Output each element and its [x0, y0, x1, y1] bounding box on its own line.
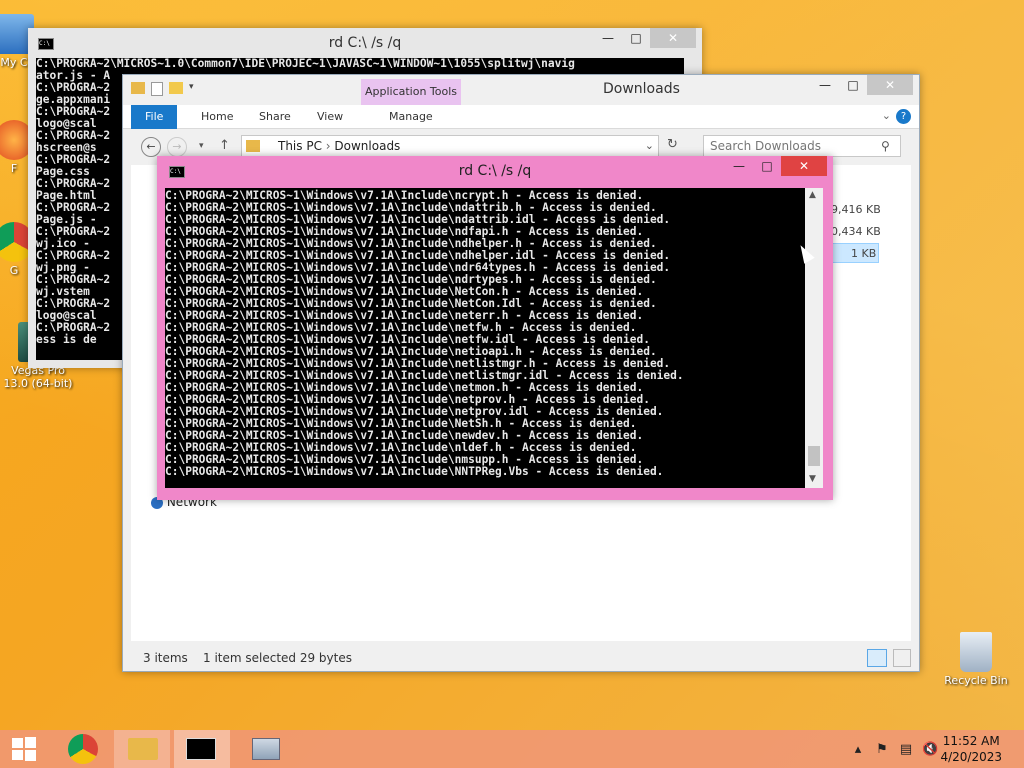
properties-icon[interactable]	[151, 82, 163, 96]
console-scrollbar[interactable]: ▲ ▼	[805, 188, 823, 488]
chevron-down-icon[interactable]: ⌄	[645, 136, 654, 156]
taskbar-performance-monitor[interactable]	[238, 730, 294, 768]
refresh-icon[interactable]: ↻	[667, 137, 678, 152]
minimize-button[interactable]: —	[811, 75, 839, 95]
help-icon[interactable]: ?	[896, 109, 911, 124]
quick-access-toolbar[interactable]: ▾	[131, 82, 194, 96]
tab-home[interactable]: Home	[187, 105, 247, 129]
maximize-button[interactable]: □	[753, 156, 781, 176]
taskbar: ▴ ⚑ ▤ 🔇 11:52 AM 4/20/2023	[0, 730, 1024, 768]
file-size: 9,416 KB	[831, 203, 881, 216]
clock-date: 4/20/2023	[940, 750, 1002, 764]
chrome-icon	[68, 734, 98, 764]
breadcrumb-this-pc[interactable]: This PC	[278, 139, 322, 153]
file-size: 1 KB	[851, 247, 877, 260]
tab-file[interactable]: File	[131, 105, 178, 129]
chevron-down-icon[interactable]: ⌄	[882, 109, 891, 122]
taskbar-chrome[interactable]	[56, 730, 112, 768]
taskbar-command-prompt[interactable]	[174, 730, 230, 768]
taskbar-file-explorer[interactable]	[114, 730, 170, 768]
up-arrow-icon[interactable]: ↑	[219, 138, 230, 153]
folder-icon	[128, 738, 158, 760]
address-bar[interactable]: This PC › Downloads ⌄	[241, 135, 659, 157]
desktop-icon-recycle-bin[interactable]: Recycle Bin	[936, 632, 1016, 687]
close-button[interactable]: ✕	[781, 156, 827, 176]
scroll-up-icon[interactable]: ▲	[809, 190, 816, 200]
ribbon-tabs: File Home Share View Manage ⌄ ?	[123, 105, 919, 129]
console-line: C:\PROGRA~2\MICROS~1.0\Common7\IDE\PROJE…	[36, 58, 575, 70]
network-icon[interactable]: ▤	[898, 742, 914, 758]
explorer-title: Downloads	[603, 81, 680, 97]
status-item-count: 3 items	[143, 651, 188, 665]
clock-time: 11:52 AM	[942, 734, 1000, 748]
monitor-icon	[252, 738, 280, 760]
console-line: C:\PROGRA~2\MICROS~1\Windows\v7.1A\Inclu…	[165, 465, 664, 478]
forward-arrow-icon[interactable]: →	[167, 137, 187, 157]
large-icons-view-icon[interactable]	[893, 649, 911, 667]
minimize-button[interactable]: —	[725, 156, 753, 176]
search-icon[interactable]: ⚲	[881, 139, 890, 153]
maximize-button[interactable]: □	[839, 75, 867, 95]
volume-muted-icon[interactable]: 🔇	[922, 742, 938, 758]
breadcrumb-downloads[interactable]: Downloads	[334, 139, 400, 153]
details-view-icon[interactable]	[867, 649, 887, 667]
back-arrow-icon[interactable]: ←	[141, 137, 161, 157]
windows-logo-icon	[12, 737, 36, 761]
scroll-down-icon[interactable]: ▼	[809, 474, 816, 484]
new-folder-icon[interactable]	[169, 82, 183, 94]
recycle-bin-icon	[960, 632, 992, 672]
close-button[interactable]: ✕	[650, 28, 696, 48]
taskbar-clock[interactable]: 11:52 AM 4/20/2023	[940, 733, 1002, 765]
status-selection: 1 item selected 29 bytes	[203, 651, 352, 665]
minimize-button[interactable]: —	[594, 28, 622, 48]
status-bar: 3 items 1 item selected 29 bytes	[123, 645, 919, 671]
action-center-flag-icon[interactable]: ⚑	[874, 742, 890, 758]
close-button[interactable]: ✕	[867, 75, 913, 95]
show-hidden-icons-icon[interactable]: ▴	[850, 742, 866, 758]
file-size: 0,434 KB	[831, 225, 881, 238]
chevron-down-icon[interactable]: ▾	[189, 82, 194, 96]
search-input[interactable]: Search Downloads	[703, 135, 901, 157]
tab-manage[interactable]: Manage	[375, 105, 447, 129]
folder-icon	[246, 140, 260, 152]
start-button[interactable]	[0, 730, 56, 768]
recent-locations-icon[interactable]: ▾	[199, 141, 204, 151]
tab-share[interactable]: Share	[245, 105, 305, 129]
scroll-thumb[interactable]	[808, 446, 820, 466]
console-window-front[interactable]: C:\ rd C:\ /s /q — □ ✕ C:\PROGRA~2\MICRO…	[157, 156, 833, 500]
application-tools-tab: Application Tools	[361, 79, 461, 105]
console-front-output[interactable]: C:\PROGRA~2\MICROS~1\Windows\v7.1A\Inclu…	[165, 188, 805, 488]
folder-icon[interactable]	[131, 82, 145, 94]
explorer-title-bar[interactable]: ▾ Application Tools Downloads — □ ✕	[123, 75, 919, 105]
tab-view[interactable]: View	[303, 105, 357, 129]
maximize-button[interactable]: □	[622, 28, 650, 48]
command-prompt-icon	[186, 738, 216, 760]
